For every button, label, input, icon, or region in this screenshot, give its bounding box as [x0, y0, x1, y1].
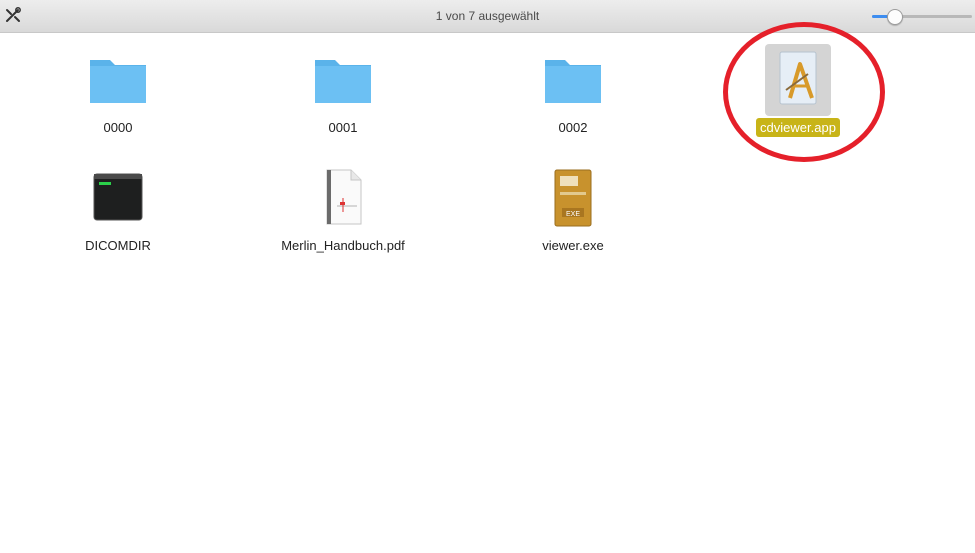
folder-icon	[315, 60, 371, 103]
file-name: Merlin_Handbuch.pdf	[281, 238, 405, 253]
file-item-viewer-exe[interactable]: EXE viewer.exe	[498, 168, 648, 278]
file-item-0001[interactable]: 0001	[268, 50, 418, 160]
file-item-0000[interactable]: 0000	[43, 50, 193, 160]
annotation-highlight-circle	[723, 22, 885, 162]
terminal-executable-icon	[93, 173, 143, 221]
selection-count: 1 von 7 ausgewählt	[435, 9, 540, 23]
folder-icon	[90, 60, 146, 103]
exe-file-icon: EXE	[554, 169, 592, 227]
slider-knob[interactable]	[887, 9, 903, 25]
file-item-dicomdir[interactable]: DICOMDIR	[43, 168, 193, 278]
file-name: DICOMDIR	[85, 238, 151, 253]
folder-icon	[545, 60, 601, 103]
file-name: 0000	[103, 120, 133, 135]
file-name: 0002	[558, 120, 588, 135]
file-item-merlin-handbuch[interactable]: Merlin_Handbuch.pdf	[268, 168, 418, 278]
pdf-document-icon	[326, 169, 362, 225]
file-item-0002[interactable]: 0002	[498, 50, 648, 160]
file-name: viewer.exe	[542, 238, 604, 253]
icon-size-slider[interactable]	[872, 8, 972, 25]
file-name: 0001	[328, 120, 358, 135]
svg-text:EXE: EXE	[566, 211, 580, 218]
